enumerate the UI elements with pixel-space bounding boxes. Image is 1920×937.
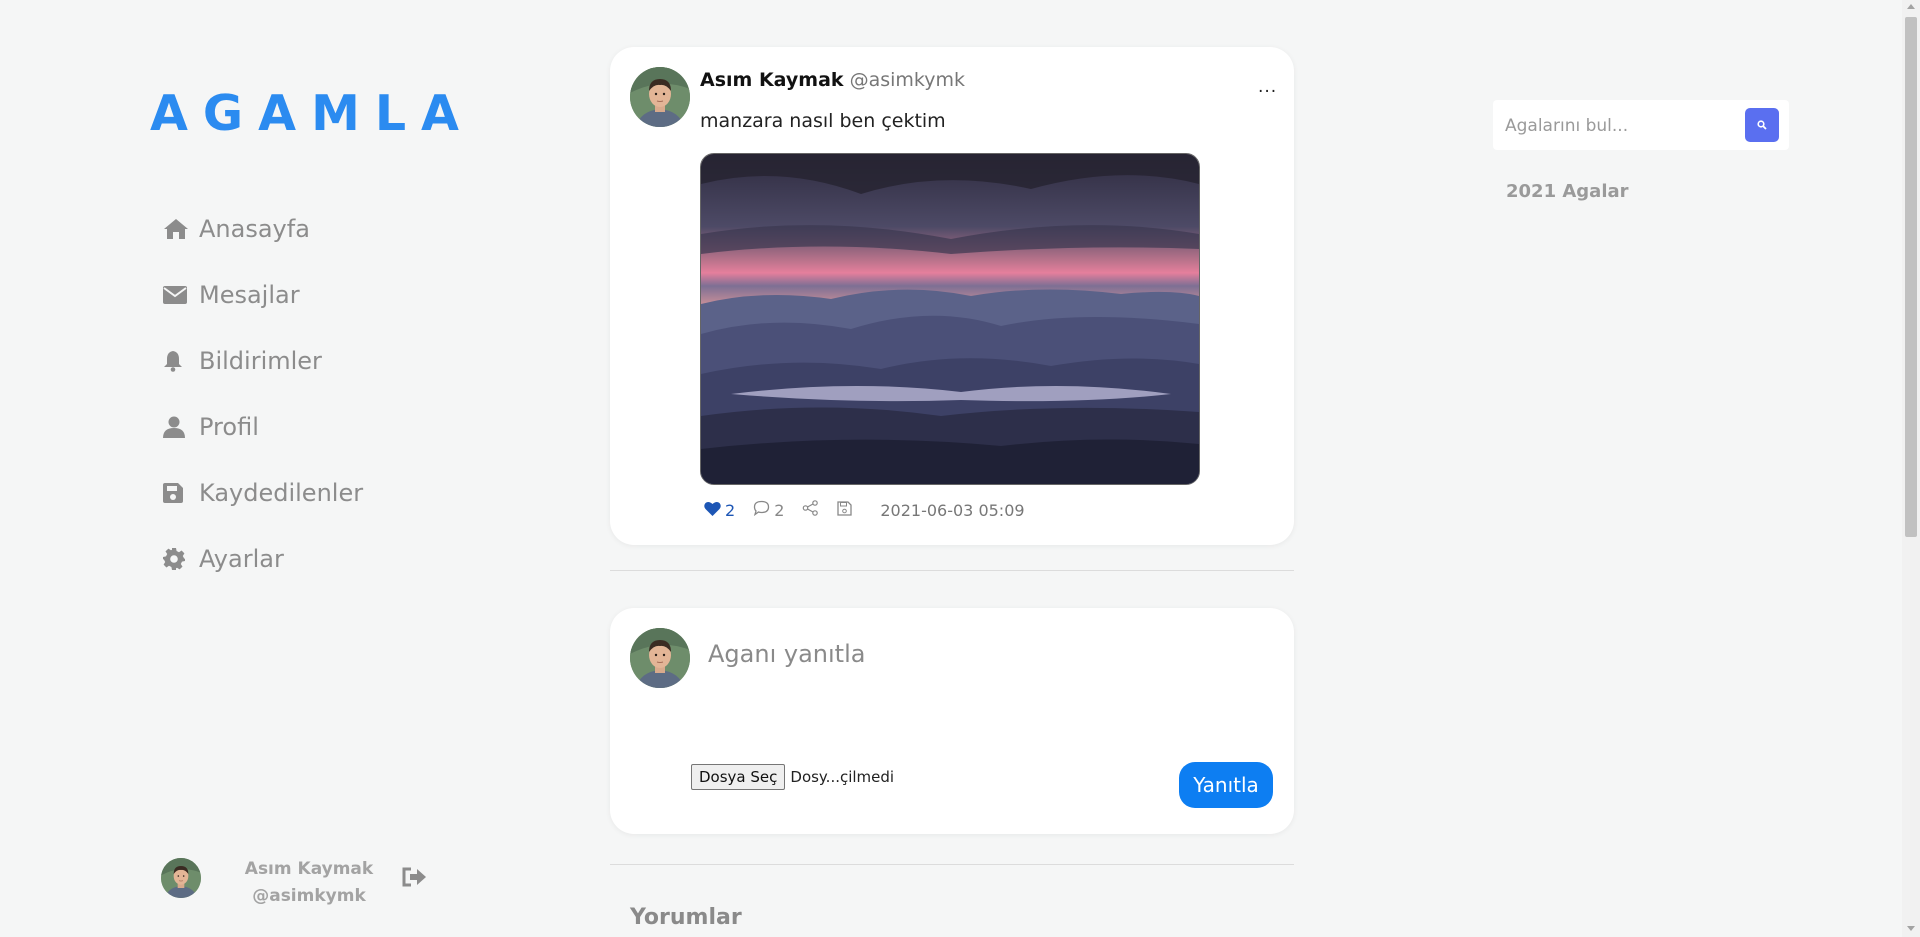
scroll-up-arrow[interactable]	[1907, 4, 1915, 9]
sidebar-item-profil[interactable]: Profil	[163, 394, 363, 460]
post-author-name[interactable]: Asım Kaymak	[700, 69, 844, 91]
scrollbar-thumb[interactable]	[1905, 17, 1917, 537]
comment-count: 2	[774, 500, 785, 520]
sidebar-item-label: Kaydedilenler	[199, 479, 364, 507]
like-button[interactable]: 2	[704, 501, 735, 520]
current-user-info: Asım Kaymak @asimkymk	[239, 856, 379, 910]
sidebar-item-label: Mesajlar	[199, 281, 300, 309]
save-icon	[837, 500, 853, 520]
post-author-handle[interactable]: @asimkymk	[850, 69, 965, 91]
user-icon	[163, 413, 193, 441]
app-logo[interactable]: AGAMLA	[150, 84, 474, 144]
home-icon	[163, 215, 193, 243]
scrollbar[interactable]	[1902, 0, 1920, 937]
sidebar-item-bildirimler[interactable]: Bildirimler	[163, 328, 363, 394]
file-upload: Dosya Seç Dosy...çilmedi	[691, 764, 894, 790]
sidebar-item-label: Anasayfa	[199, 215, 310, 243]
like-count: 2	[725, 500, 736, 520]
post-date: 2021-06-03 05:09	[880, 500, 1025, 520]
avatar[interactable]	[630, 67, 690, 127]
share-icon	[802, 500, 819, 520]
comments-title: Yorumlar	[630, 905, 742, 930]
current-user-handle: @asimkymk	[252, 886, 366, 906]
comment-button[interactable]: 2	[753, 500, 784, 520]
sidebar-item-anasayfa[interactable]: Anasayfa	[163, 196, 363, 262]
comment-icon	[753, 500, 770, 520]
sidebar-item-label: Ayarlar	[199, 545, 284, 573]
search-input[interactable]	[1503, 108, 1727, 144]
divider	[610, 570, 1294, 571]
post-image[interactable]	[700, 153, 1200, 485]
current-user-name: Asım Kaymak	[244, 859, 374, 879]
save-post-button[interactable]	[837, 500, 853, 520]
search-icon	[1757, 118, 1767, 133]
scroll-down-arrow[interactable]	[1907, 926, 1915, 931]
reply-input[interactable]	[706, 638, 1270, 732]
envelope-icon	[163, 281, 193, 309]
post-text: manzara nasıl ben çektim	[700, 110, 946, 132]
avatar[interactable]	[161, 858, 201, 898]
search-button[interactable]	[1745, 108, 1779, 142]
save-icon	[163, 479, 193, 507]
sidebar-nav: Anasayfa Mesajlar Bildirimler Profil Kay…	[163, 196, 363, 592]
gear-icon	[163, 545, 193, 573]
sidebar-item-kaydedilenler[interactable]: Kaydedilenler	[163, 460, 363, 526]
post-actions: 2 2 2021-06-03 05:09	[704, 500, 1025, 520]
sidebar-item-label: Bildirimler	[199, 347, 322, 375]
divider	[610, 864, 1294, 865]
sidebar-item-mesajlar[interactable]: Mesajlar	[163, 262, 363, 328]
sign-out-icon[interactable]	[402, 866, 428, 892]
year-label[interactable]: 2021 Agalar	[1506, 181, 1629, 202]
post-card: Asım Kaymak @asimkymk ... manzara nasıl …	[610, 47, 1294, 545]
bell-icon	[163, 347, 193, 375]
share-button[interactable]	[802, 500, 819, 520]
post-options-button[interactable]: ...	[1258, 77, 1277, 97]
current-user-box: Asım Kaymak @asimkymk	[161, 852, 441, 924]
reply-button[interactable]: Yanıtla	[1179, 762, 1273, 808]
file-status: Dosy...çilmedi	[790, 768, 895, 786]
reply-card: Dosya Seç Dosy...çilmedi Yanıtla	[610, 608, 1294, 834]
sidebar-item-ayarlar[interactable]: Ayarlar	[163, 526, 363, 592]
heart-icon	[704, 501, 721, 520]
sidebar-item-label: Profil	[199, 413, 259, 441]
post-header: Asım Kaymak @asimkymk	[700, 69, 965, 91]
search-box	[1493, 100, 1789, 150]
avatar[interactable]	[630, 628, 690, 688]
choose-file-button[interactable]: Dosya Seç	[691, 764, 786, 790]
